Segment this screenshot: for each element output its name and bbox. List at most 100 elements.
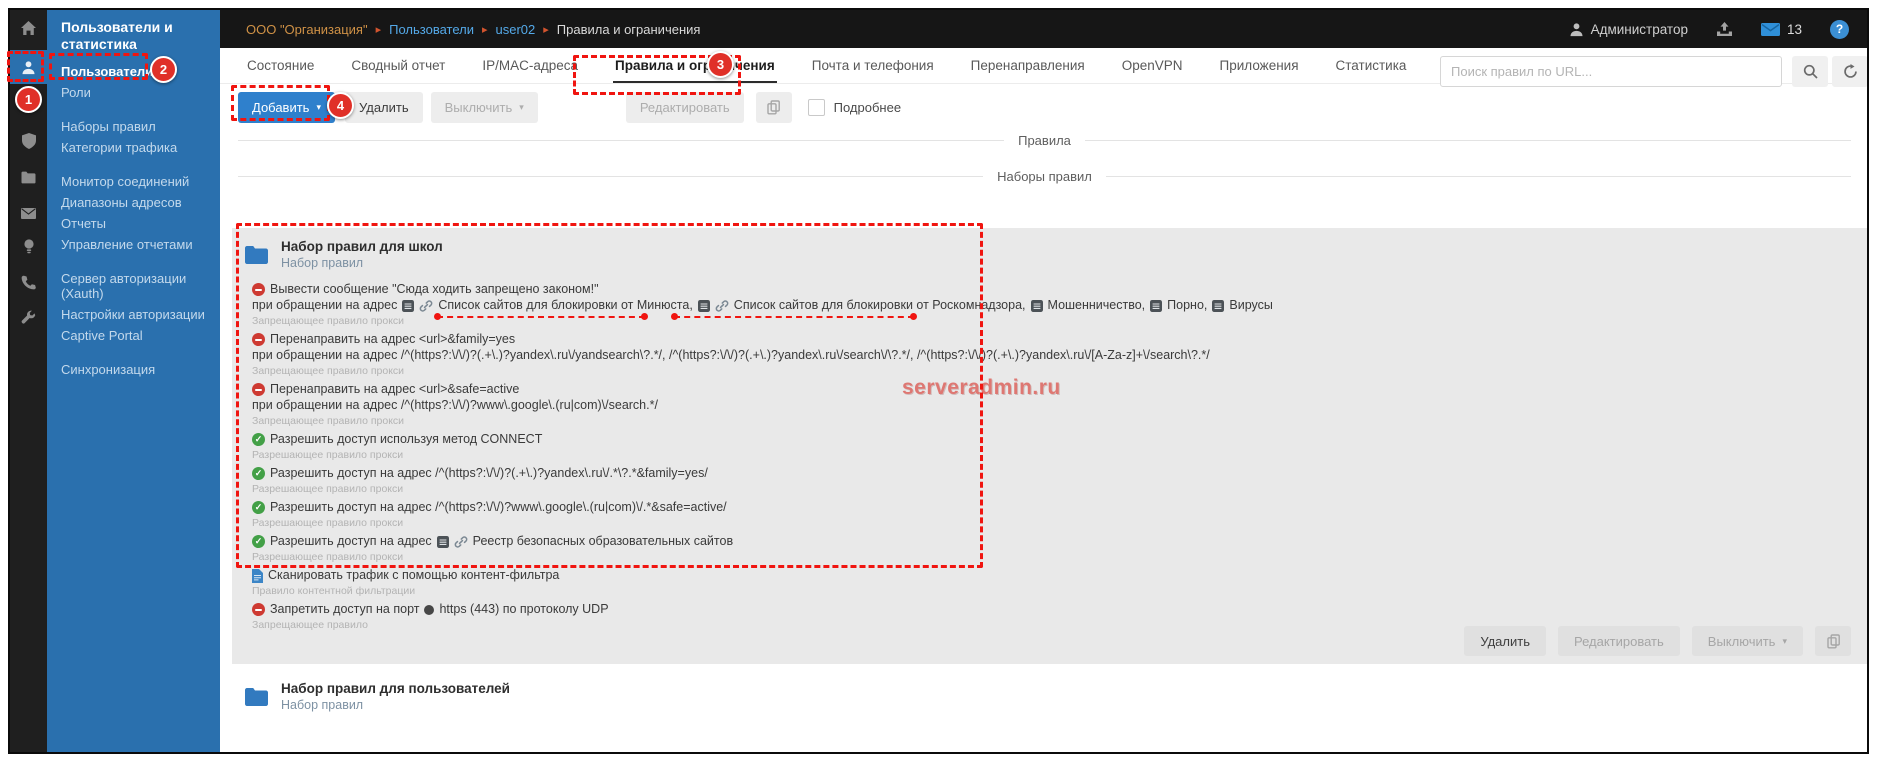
rule-item[interactable]: Сканировать трафик с помощью контент-фил… — [252, 568, 1827, 597]
sidebar-item[interactable]: Наборы правил — [47, 116, 220, 137]
rule-text: Реестр безопасных образовательных сайтов — [472, 534, 734, 548]
users-icon[interactable] — [10, 50, 47, 84]
upload-icon[interactable] — [1716, 21, 1733, 37]
copy-button[interactable] — [755, 91, 792, 123]
tab-item[interactable]: OpenVPN — [1120, 49, 1185, 83]
folder-blue-icon — [244, 239, 269, 271]
page: Пользователи и статистика Пользователи Ро… — [0, 0, 1877, 781]
set-delete-button[interactable]: Удалить — [1464, 626, 1546, 656]
sidebar-item[interactable]: Категории трафика — [47, 137, 220, 158]
sidebar-item[interactable]: Роли — [47, 82, 220, 103]
ruleset-title: Набор правил для школ — [281, 239, 443, 254]
deny-icon — [252, 603, 265, 616]
mail-icon[interactable] — [10, 199, 47, 227]
rule-text: Порно, — [1167, 298, 1208, 312]
sidebar-item[interactable]: Captive Portal — [47, 325, 220, 346]
breadcrumb-item[interactable]: Пользователи — [389, 22, 474, 37]
breadcrumb-separator: ▸ — [543, 23, 549, 36]
edit-button[interactable]: Редактировать — [625, 91, 744, 123]
deny-icon — [252, 383, 265, 396]
set-edit-button[interactable]: Редактировать — [1557, 626, 1680, 656]
breadcrumb-separator: ▸ — [375, 23, 382, 36]
ruleset-row-users[interactable]: Набор правил для пользователей Набор пра… — [232, 672, 1867, 728]
set-disable-button[interactable]: Выключить ▾ — [1691, 626, 1803, 656]
list-icon[interactable] — [1030, 299, 1043, 312]
tab-item[interactable]: IP/MAC-адреса — [480, 49, 580, 83]
disable-button[interactable]: Выключить ▾ — [430, 91, 538, 123]
sidebar-item[interactable]: Синхронизация — [47, 359, 220, 380]
phone-icon[interactable] — [10, 268, 47, 296]
tab-active[interactable]: Правила и ограничения — [613, 49, 777, 83]
link-icon[interactable] — [419, 299, 433, 313]
sidebar-item[interactable]: Управление отчетами — [47, 234, 220, 255]
sidebar-item[interactable]: Монитор соединений — [47, 171, 220, 192]
divider — [1105, 176, 1852, 177]
rule-type-label: Разрешающее правило прокси — [252, 551, 404, 563]
sidebar-item[interactable]: Диапазоны адресов — [47, 192, 220, 213]
link-icon[interactable] — [454, 535, 468, 549]
list-icon[interactable] — [402, 299, 415, 312]
app-window: Пользователи и статистика Пользователи Ро… — [8, 8, 1869, 754]
deny-icon — [252, 283, 265, 296]
wrench-icon[interactable] — [10, 303, 47, 331]
rule-item[interactable]: ✓ Разрешить доступ используя метод CONNEC… — [252, 432, 1827, 461]
ruleset-subtitle: Набор правил — [281, 256, 364, 270]
sidebar-item[interactable]: Пользователи — [47, 61, 220, 82]
link-icon[interactable] — [715, 299, 729, 313]
folder-icon[interactable] — [10, 163, 47, 191]
search-input[interactable] — [1440, 56, 1782, 87]
ruleset-header[interactable]: Набор правил для пользователей Набор пра… — [244, 681, 510, 713]
refresh-button[interactable] — [1832, 56, 1867, 87]
rule-item[interactable]: Вывести сообщение "Сюда ходить запрещено… — [252, 282, 1827, 327]
set-copy-button[interactable] — [1815, 626, 1851, 656]
tab-item[interactable]: Почта и телефония — [810, 49, 936, 83]
tab-item[interactable]: Сводный отчет — [349, 49, 447, 83]
port-icon — [424, 604, 435, 615]
ruleset-title: Набор правил для пользователей — [281, 681, 510, 696]
tab-item[interactable]: Перенаправления — [969, 49, 1087, 83]
list-icon[interactable] — [697, 299, 710, 312]
rule-text: Разрешить доступ на адрес /^(https?:\/\/… — [270, 466, 708, 480]
rule-item[interactable]: ✓ Разрешить доступ на адрес Реестр безопас… — [252, 534, 1827, 563]
breadcrumb: ООО "Организация" ▸ Пользователи ▸ user02 ▸ Пр… — [246, 22, 700, 37]
list-icon[interactable] — [1150, 299, 1163, 312]
help-button[interactable]: ? — [1830, 19, 1849, 39]
breadcrumb-item[interactable]: ООО "Организация" — [246, 22, 368, 37]
ruleset-header[interactable]: Набор правил для школ Набор правил — [244, 239, 443, 271]
rule-text: Перенаправить на адрес <url>&safe=active — [270, 382, 520, 396]
rule-type-label: Разрешающее правило прокси — [252, 517, 404, 529]
search-button[interactable] — [1792, 56, 1828, 87]
ruleset-actions: Удалить Редактировать Выключить ▾ — [1464, 626, 1851, 656]
list-icon[interactable] — [1212, 299, 1225, 312]
tab-item[interactable]: Статистика — [1334, 49, 1409, 83]
topbar-right: Администратор 13 ? — [1569, 19, 1849, 39]
tab-item[interactable]: Состояние — [245, 49, 316, 83]
rule-item[interactable]: ✓ Разрешить доступ на адрес /^(https?:\/\… — [252, 466, 1827, 495]
shield-icon[interactable] — [10, 127, 47, 155]
deny-icon — [252, 333, 265, 346]
messages-indicator[interactable]: 13 — [1760, 22, 1802, 37]
sidebar-item[interactable]: Отчеты — [47, 213, 220, 234]
account-menu[interactable]: Администратор — [1569, 22, 1688, 37]
add-button[interactable]: Добавить ▾ — [238, 91, 335, 123]
delete-button[interactable]: Удалить — [344, 91, 423, 123]
details-checkbox[interactable] — [807, 98, 825, 116]
rule-text: Мошенничество, — [1047, 298, 1146, 312]
refresh-icon — [1843, 64, 1858, 79]
account-name: Администратор — [1590, 21, 1688, 37]
rule-item[interactable]: ✓ Разрешить доступ на адрес /^(https?:\/\… — [252, 500, 1827, 529]
rule-item[interactable]: Перенаправить на адрес <url>&family=yes п… — [252, 332, 1827, 377]
details-toggle[interactable]: Подробнее — [807, 98, 901, 116]
rule-text: Список сайтов для блокировки от Минюста, — [438, 298, 693, 312]
breadcrumb-item[interactable]: user02 — [496, 22, 536, 37]
sidebar-item[interactable]: Настройки авторизации — [47, 304, 220, 325]
rule-text: Список сайтов для блокировки от Роскомна… — [733, 298, 1026, 312]
home-icon[interactable] — [10, 14, 47, 42]
tab-item[interactable]: Приложения — [1218, 49, 1301, 83]
sidebar-item[interactable]: Сервер авторизации (Xauth) — [47, 268, 220, 304]
ruleset-panel[interactable]: Набор правил для школ Набор правил Вывес… — [232, 228, 1867, 664]
list-icon[interactable] — [436, 535, 449, 548]
lightbulb-icon[interactable] — [10, 233, 47, 261]
rules-list: Вывести сообщение "Сюда ходить запрещено… — [252, 282, 1827, 636]
breadcrumb-item: Правила и ограничения — [556, 21, 701, 37]
